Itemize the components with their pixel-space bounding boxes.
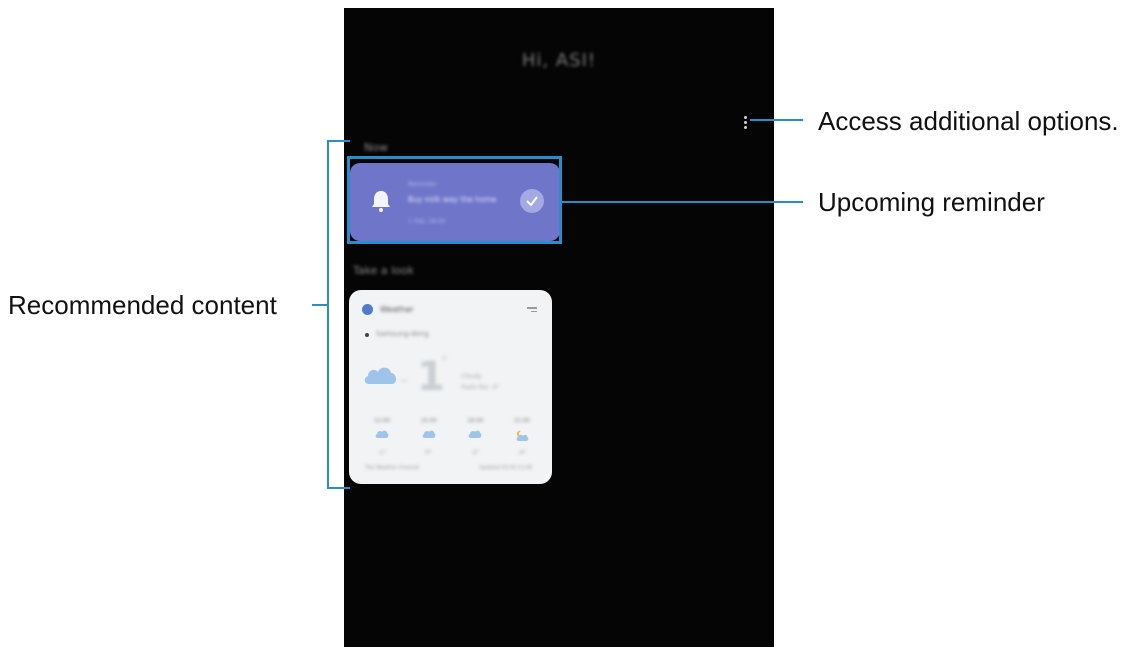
forecast-time: 12:00	[374, 418, 390, 424]
weather-card[interactable]: Weather Samsung-dong — 1 ° Cloudy Feels …	[349, 290, 552, 484]
forecast-time: 18:00	[467, 418, 484, 424]
forecast-temp: -1°	[377, 450, 387, 456]
cloud-icon	[364, 367, 397, 384]
weather-card-menu-icon[interactable]	[527, 307, 537, 314]
location-pin-icon	[365, 333, 369, 337]
forecast-temp: 0°	[425, 450, 432, 456]
recommended-bracket-line	[327, 140, 329, 489]
forecast-time: 21:00	[514, 418, 530, 424]
cloud-icon	[468, 430, 482, 438]
forecast-item: 12:00 -1°	[367, 418, 397, 456]
forecast-item: 15:00 0°	[414, 418, 444, 456]
phone-screen: Hi, ASI! Now Reminder Buy milk way the h…	[344, 8, 774, 647]
moon-cloud-icon	[516, 430, 529, 441]
recommended-bracket-top	[327, 140, 350, 142]
reminder-highlight-box	[347, 156, 562, 244]
weather-feels-like: Feels like -4°	[461, 384, 500, 391]
cloud-icon	[422, 430, 436, 438]
recommended-callout-tick	[312, 304, 327, 306]
reminder-callout-line	[562, 201, 803, 203]
forecast-time: 15:00	[420, 418, 437, 424]
options-callout-label: Access additional options.	[818, 106, 1119, 136]
forecast-item: 21:00 -4°	[507, 418, 537, 456]
reminder-callout-label: Upcoming reminder	[818, 187, 1045, 217]
section-label-take-a-look: Take a look	[353, 264, 415, 277]
forecast-temp: -4°	[517, 450, 527, 456]
weather-dash: —	[400, 376, 408, 385]
weather-degree: °	[441, 355, 448, 370]
options-callout-line	[750, 119, 803, 121]
recommended-callout-label: Recommended content	[8, 290, 277, 320]
weather-condition: Cloudy	[461, 373, 482, 380]
weather-app-icon	[362, 304, 373, 315]
greeting-title: Hi, ASI!	[521, 50, 597, 71]
forecast-temp: -2°	[471, 450, 480, 456]
weather-card-title: Weather	[380, 305, 414, 314]
forecast-item: 18:00 -2°	[460, 418, 490, 456]
cloud-icon	[375, 430, 389, 438]
weather-location: Samsung-dong	[376, 330, 429, 338]
section-label-now: Now	[364, 141, 388, 154]
weather-source: The Weather Channel	[365, 465, 420, 471]
hourly-forecast: 12:00 -1° 15:00 0° 18:00 -2° 21:00 -4°	[367, 418, 537, 456]
weather-updated: Updated 03.02 11:00	[479, 465, 533, 471]
recommended-bracket-bottom	[327, 487, 350, 489]
